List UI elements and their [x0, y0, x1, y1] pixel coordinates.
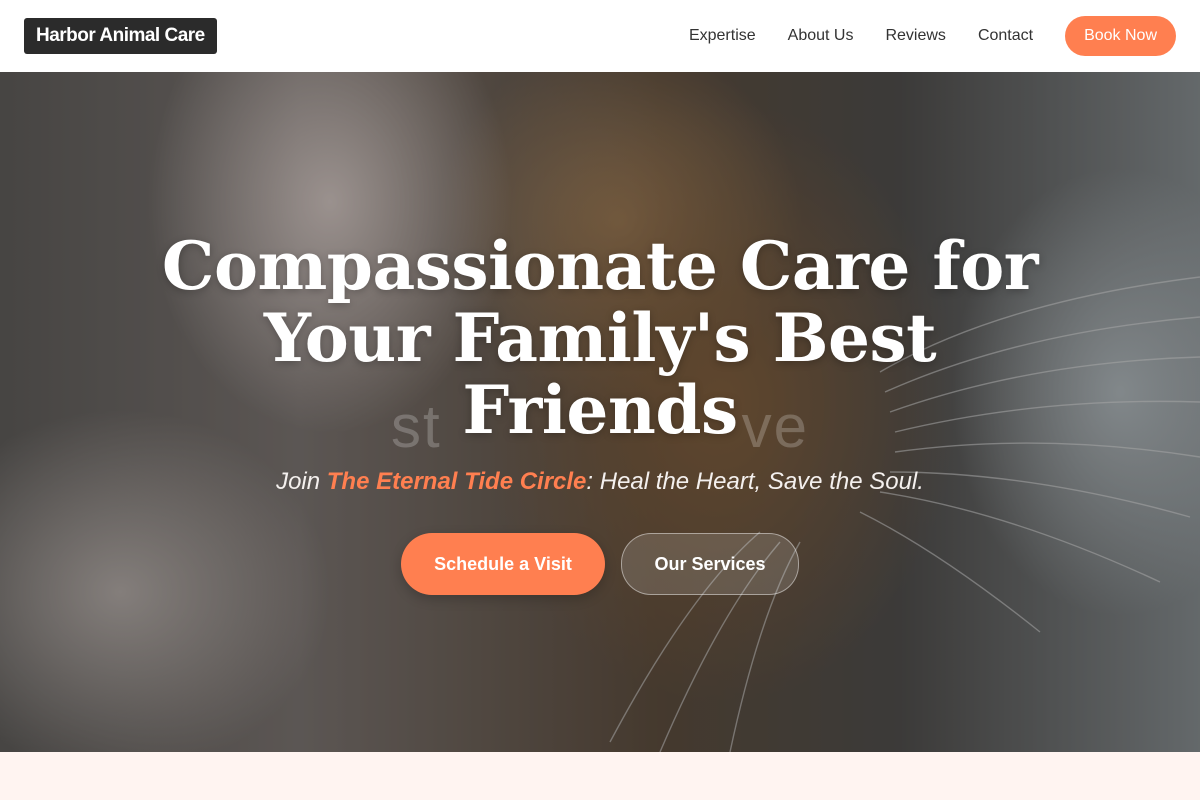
- nav-link-about-us[interactable]: About Us: [788, 27, 854, 45]
- hero-section: st ve Compassionate Care for Your Family'…: [0, 72, 1200, 752]
- our-services-button[interactable]: Our Services: [621, 533, 799, 595]
- next-section: [0, 752, 1200, 800]
- tagline-prefix: Join: [276, 468, 327, 495]
- hero-cta-group: Schedule a Visit Our Services: [0, 533, 1200, 595]
- tagline-suffix: : Heal the Heart, Save the Soul.: [586, 468, 924, 495]
- nav-link-contact[interactable]: Contact: [978, 27, 1033, 45]
- site-logo[interactable]: Harbor Animal Care: [24, 18, 217, 54]
- main-menu: Expertise About Us Reviews Contact Book …: [689, 16, 1176, 56]
- schedule-visit-button[interactable]: Schedule a Visit: [401, 533, 605, 595]
- hero-tagline: Join The Eternal Tide Circle: Heal the H…: [0, 468, 1200, 496]
- tagline-accent: The Eternal Tide Circle: [326, 468, 587, 495]
- book-now-button[interactable]: Book Now: [1065, 16, 1176, 56]
- top-navigation: Harbor Animal Care Expertise About Us Re…: [0, 0, 1200, 72]
- nav-link-expertise[interactable]: Expertise: [689, 27, 756, 45]
- hero-headline: Compassionate Care for Your Family's Bes…: [161, 227, 1039, 449]
- hero-content: st ve Compassionate Care for Your Family'…: [0, 72, 1200, 752]
- nav-link-reviews[interactable]: Reviews: [885, 27, 945, 45]
